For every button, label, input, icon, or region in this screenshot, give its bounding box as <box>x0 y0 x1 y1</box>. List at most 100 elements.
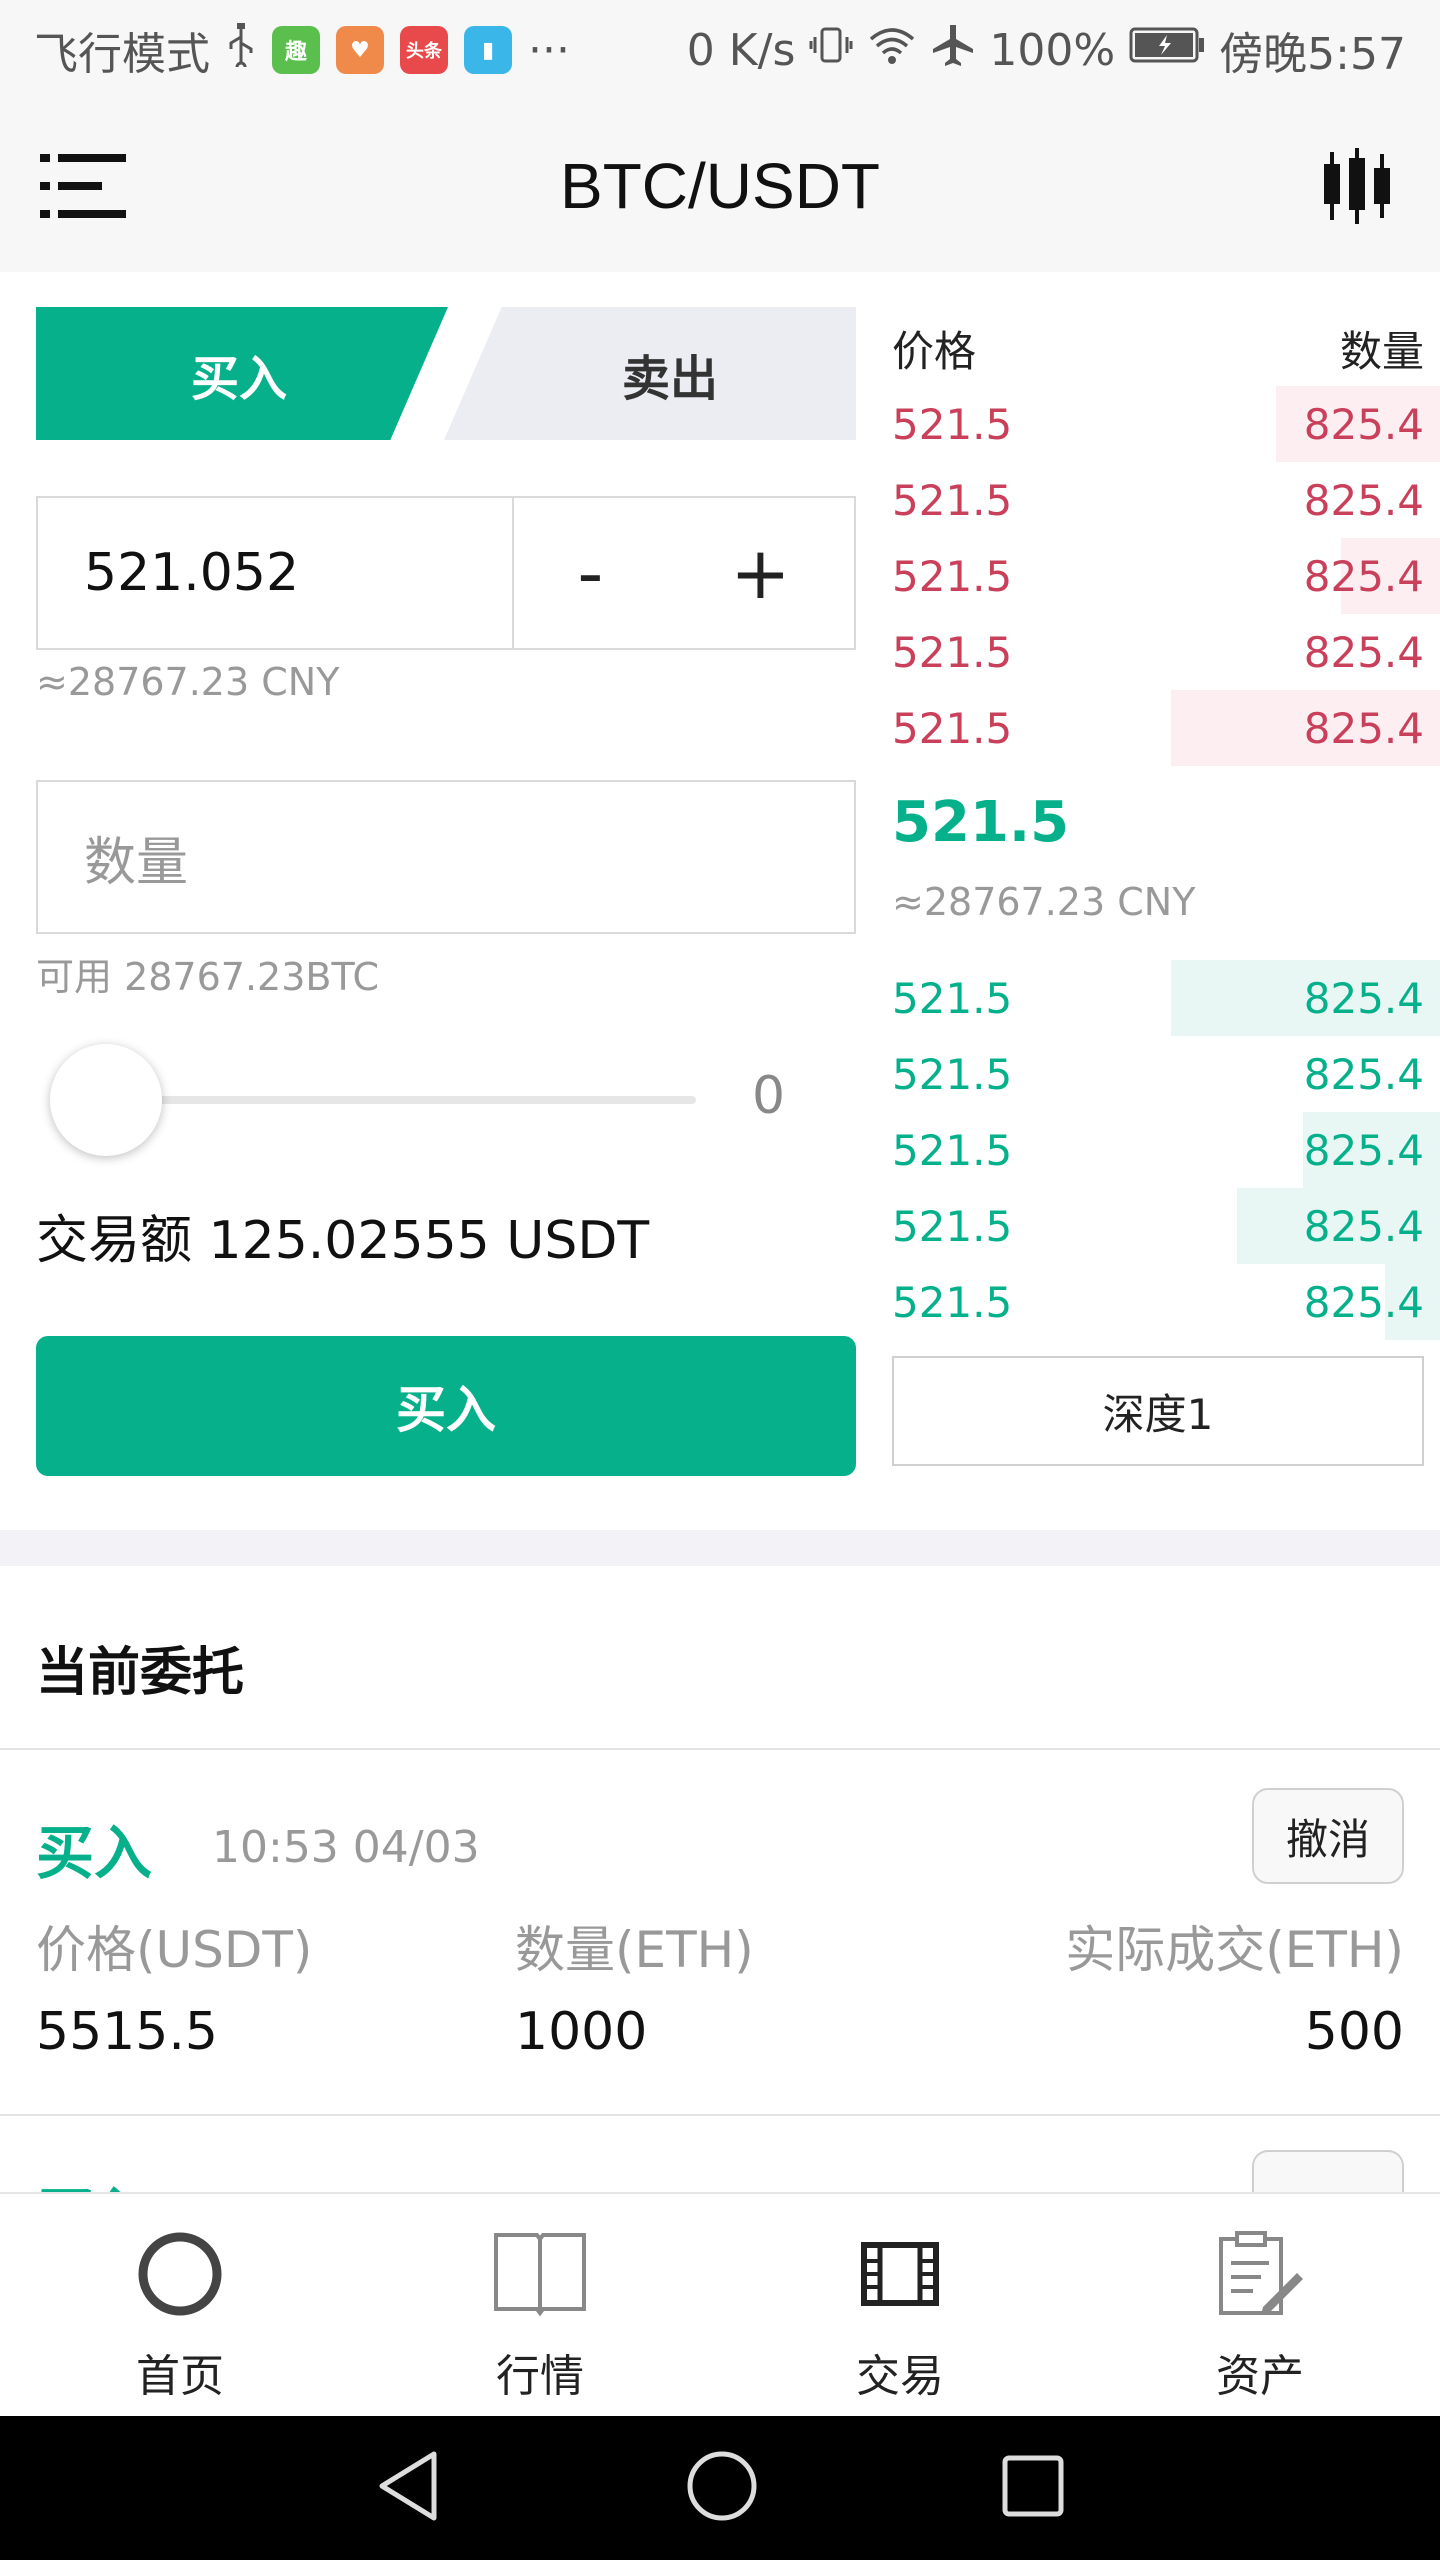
ask-price: 521.5 <box>892 399 1013 449</box>
wifi-icon <box>867 23 917 78</box>
qu-app-icon: 趣 <box>272 26 320 74</box>
nav-home-label: 首页 <box>136 2351 224 2402</box>
back-icon[interactable] <box>374 2448 444 2528</box>
home-circle-icon <box>130 2224 230 2324</box>
section-divider <box>0 1530 1440 1566</box>
ask-row[interactable]: 521.5 825.4 <box>892 462 1440 538</box>
order-time: 10:53 04/03 <box>212 1822 480 1873</box>
bid-row[interactable]: 521.5 825.4 <box>892 1112 1440 1188</box>
available-balance: 可用 28767.23BTC <box>36 955 379 999</box>
slider-value: 0 <box>752 1066 786 1126</box>
nav-assets[interactable]: 资产 <box>1080 2194 1440 2416</box>
nav-assets-label: 资产 <box>1216 2351 1304 2402</box>
page-title: BTC/USDT <box>560 150 880 222</box>
orderbook-qty-header: 数量 <box>1339 327 1424 376</box>
clipboard-edit-icon <box>1210 2224 1310 2324</box>
bid-row[interactable]: 521.5 825.4 <box>892 1188 1440 1264</box>
price-cny-estimate: ≈28767.23 CNY <box>36 660 340 704</box>
ask-price: 521.5 <box>892 627 1013 677</box>
price-input-group: 521.052 - + <box>36 496 856 650</box>
network-speed: 0 K/s <box>686 24 796 76</box>
quantity-slider-track[interactable] <box>100 1096 696 1104</box>
home-icon[interactable] <box>684 2448 760 2528</box>
orderbook-header: 价格 数量 <box>892 318 1424 379</box>
submit-buy-button[interactable]: 买入 <box>36 1336 856 1476</box>
ask-qty: 825.4 <box>1303 399 1424 449</box>
ask-price: 521.5 <box>892 703 1013 753</box>
bid-qty: 825.4 <box>1303 1125 1424 1175</box>
bid-row[interactable]: 521.5 825.4 <box>892 1264 1440 1340</box>
ask-row[interactable]: 521.5 825.4 <box>892 690 1440 766</box>
depth-selector-button[interactable]: 深度1 <box>892 1356 1424 1466</box>
status-left: 飞行模式 趣 ♥ 头条 ▮ ··· <box>34 18 570 82</box>
last-price: 521.5 <box>892 790 1070 855</box>
cancel-order-button[interactable]: 撤消 <box>1252 1788 1404 1884</box>
toutiao-app-icon: 头条 <box>400 26 448 74</box>
vibrate-icon <box>809 23 853 78</box>
quantity-slider-handle[interactable] <box>50 1044 162 1156</box>
divider-line <box>0 1748 1440 1750</box>
nav-trade-label: 交易 <box>856 2351 944 2402</box>
order-price-header: 价格(USDT) <box>36 1921 313 1979</box>
ask-price: 521.5 <box>892 551 1013 601</box>
last-price-cny: ≈28767.23 CNY <box>892 880 1196 924</box>
order-price-value: 5515.5 <box>36 2002 218 2062</box>
ask-row[interactable]: 521.5 825.4 <box>892 386 1440 462</box>
bid-row[interactable]: 521.5 825.4 <box>892 960 1440 1036</box>
price-input[interactable]: 521.052 <box>38 498 514 648</box>
bottom-navigation: 首页 行情 交易 资产 <box>0 2192 1440 2416</box>
trade-amount: 交易额 125.02555 USDT <box>36 1211 650 1271</box>
ask-row[interactable]: 521.5 825.4 <box>892 538 1440 614</box>
ask-row[interactable]: 521.5 825.4 <box>892 614 1440 690</box>
bid-price: 521.5 <box>892 1125 1013 1175</box>
order-filled-value: 500 <box>1304 2002 1404 2062</box>
tab-sell[interactable]: 卖出 <box>444 307 856 440</box>
tab-buy[interactable]: 买入 <box>36 307 448 440</box>
battery-icon <box>1129 25 1205 76</box>
nav-market[interactable]: 行情 <box>360 2194 720 2416</box>
order-qty-header: 数量(ETH) <box>515 1921 754 1979</box>
recents-icon[interactable] <box>1000 2453 1066 2523</box>
bid-price: 521.5 <box>892 1049 1013 1099</box>
cancel-order-button-partial[interactable] <box>1252 2150 1404 2194</box>
status-right: 0 K/s 100% 傍晚5:57 <box>687 18 1406 82</box>
ask-qty: 825.4 <box>1303 703 1424 753</box>
order-type: 买入 <box>36 1819 153 1887</box>
bid-price: 521.5 <box>892 973 1013 1023</box>
battery-percent: 100% <box>989 24 1116 76</box>
more-notifications-icon: ··· <box>528 24 570 76</box>
bid-price: 521.5 <box>892 1201 1013 1251</box>
nav-market-label: 行情 <box>496 2351 584 2402</box>
quantity-input[interactable]: 数量 <box>36 780 856 934</box>
bid-qty: 825.4 <box>1303 1201 1424 1251</box>
nav-trade[interactable]: 交易 <box>720 2194 1080 2416</box>
bid-qty: 825.4 <box>1303 973 1424 1023</box>
increment-button[interactable]: + <box>730 531 790 615</box>
ask-qty: 825.4 <box>1303 627 1424 677</box>
order-filled-header: 实际成交(ETH) <box>1065 1921 1404 1979</box>
airplane-icon <box>931 23 975 78</box>
heart-app-icon: ♥ <box>336 26 384 74</box>
bid-price: 521.5 <box>892 1277 1013 1327</box>
book-app-icon: ▮ <box>464 26 512 74</box>
divider-line <box>0 2114 1440 2116</box>
bid-qty: 825.4 <box>1303 1049 1424 1099</box>
bid-row[interactable]: 521.5 825.4 <box>892 1036 1440 1112</box>
airplane-mode-text: 飞行模式 <box>34 29 210 80</box>
price-stepper: - + <box>514 498 854 648</box>
ask-price: 521.5 <box>892 475 1013 525</box>
menu-icon[interactable] <box>40 150 130 222</box>
ask-qty: 825.4 <box>1303 475 1424 525</box>
candlestick-chart-icon[interactable] <box>1322 148 1392 224</box>
nav-home[interactable]: 首页 <box>0 2194 360 2416</box>
order-type-partial: 买入 <box>36 2168 152 2194</box>
usb-icon <box>226 22 256 78</box>
status-bar: 飞行模式 趣 ♥ 头条 ▮ ··· 0 K/s 100% 傍晚5:57 <box>0 0 1440 100</box>
current-orders-title: 当前委托 <box>36 1643 245 1703</box>
clock: 傍晚5:57 <box>1219 29 1406 80</box>
ask-qty: 825.4 <box>1303 551 1424 601</box>
decrement-button[interactable]: - <box>577 531 603 615</box>
order-qty-value: 1000 <box>515 2002 648 2062</box>
app-header: BTC/USDT <box>0 100 1440 272</box>
bid-qty: 825.4 <box>1303 1277 1424 1327</box>
